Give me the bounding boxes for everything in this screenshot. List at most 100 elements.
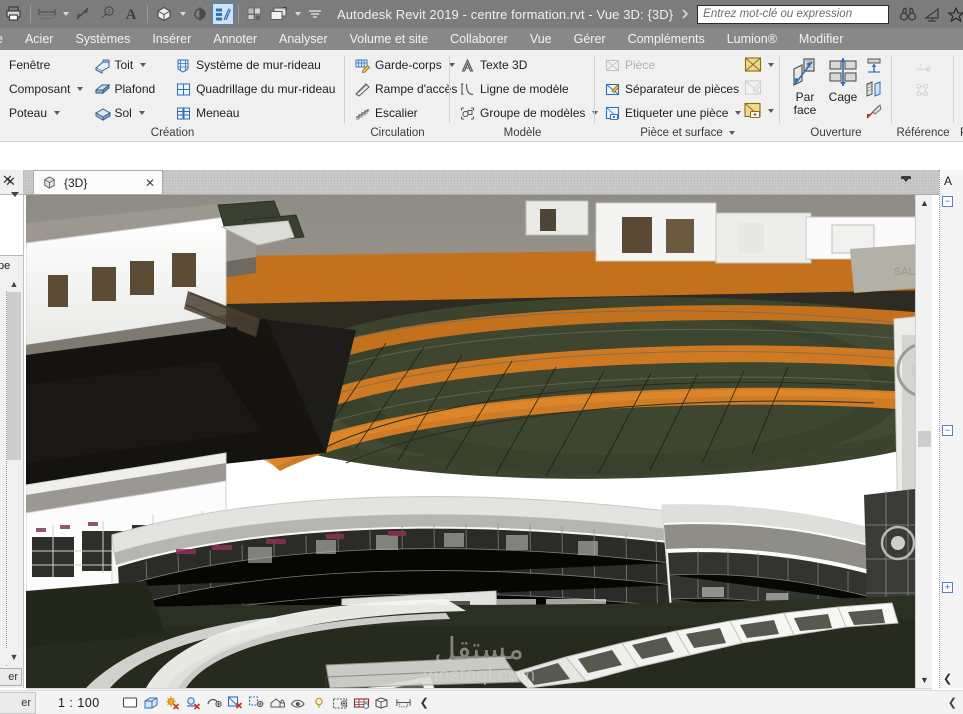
ribbon-button-groupe-modeles[interactable]: Groupe de modèles bbox=[456, 101, 601, 125]
tab-acier[interactable]: Acier bbox=[14, 28, 64, 50]
ribbon-button-composant[interactable]: Composant bbox=[6, 77, 89, 101]
shadows-off-icon[interactable] bbox=[185, 694, 202, 711]
ribbon-button-poteau[interactable]: Poteau bbox=[6, 101, 89, 125]
ribbon-button-separateur-pieces[interactable]: Séparateur de pièces bbox=[601, 77, 739, 101]
status-expand-icon[interactable]: ❮ bbox=[948, 696, 957, 709]
view-tab-3d[interactable]: {3D} ✕ bbox=[33, 170, 163, 194]
status-left-button[interactable]: er bbox=[0, 691, 36, 714]
aligned-dimension-icon[interactable] bbox=[71, 2, 95, 26]
sun-path-off-icon[interactable] bbox=[164, 694, 181, 711]
constraints-icon[interactable] bbox=[374, 694, 391, 711]
ribbon-button-garde-corps[interactable]: Garde-corps bbox=[351, 53, 460, 77]
ribbon-button-texte-3d[interactable]: Texte 3D bbox=[456, 53, 601, 77]
3d-viewport[interactable]: SAUCHET bbox=[26, 195, 932, 688]
tab-complements[interactable]: Compléments bbox=[617, 28, 716, 50]
lock-3d-view-icon[interactable] bbox=[269, 694, 286, 711]
measure-tape-icon[interactable] bbox=[395, 694, 412, 711]
ribbon-button-ouverture-lucarne[interactable] bbox=[862, 100, 886, 123]
ribbon-button-par-face[interactable]: Par face bbox=[786, 53, 824, 117]
tab-systemes[interactable]: Systèmes bbox=[64, 28, 141, 50]
scroll-down-icon[interactable]: ▼ bbox=[6, 649, 22, 664]
tab-gerer[interactable]: Gérer bbox=[563, 28, 617, 50]
ribbon-button-cage[interactable]: Cage bbox=[824, 53, 862, 104]
view-dropdown-caret[interactable] bbox=[176, 2, 188, 26]
tab-strip-menu-icon[interactable] bbox=[901, 176, 911, 182]
chevron-down-icon[interactable] bbox=[768, 108, 774, 113]
chevron-down-icon[interactable] bbox=[728, 131, 735, 135]
close-icon[interactable]: ✕ bbox=[131, 176, 155, 190]
favorites-star-icon[interactable] bbox=[944, 2, 963, 26]
tree-expander-icon[interactable]: + bbox=[942, 582, 953, 593]
tab-inserer[interactable]: Insérer bbox=[141, 28, 202, 50]
ribbon-button-ligne-modele[interactable]: Ligne de modèle bbox=[456, 77, 601, 101]
ribbon-button-plafond[interactable]: Plafond bbox=[91, 77, 171, 101]
customize-quick-access-icon[interactable] bbox=[303, 2, 327, 26]
tab-modifier[interactable]: Modifier bbox=[788, 28, 854, 50]
ribbon-button-sol[interactable]: Sol bbox=[91, 101, 171, 125]
temporary-hide-isolate-icon[interactable] bbox=[290, 694, 307, 711]
tab-architecture-clipped[interactable]: e bbox=[0, 28, 14, 50]
close-hidden-windows-icon[interactable] bbox=[243, 2, 267, 26]
ribbon-button-ouverture-mur[interactable] bbox=[862, 54, 886, 77]
detail-level-icon[interactable] bbox=[122, 694, 139, 711]
collapse-palette-icon[interactable]: ❮ bbox=[943, 672, 952, 685]
binoculars-icon[interactable] bbox=[896, 2, 920, 26]
chevron-down-icon[interactable] bbox=[54, 111, 61, 115]
close-palette-icon[interactable]: ✕ bbox=[2, 172, 13, 188]
switch-windows-icon[interactable] bbox=[267, 2, 291, 26]
properties-scrollbar-thumb[interactable] bbox=[7, 292, 21, 460]
chevron-down-icon[interactable] bbox=[11, 192, 19, 197]
type-selector-box[interactable] bbox=[0, 194, 23, 256]
measure-icon[interactable] bbox=[35, 2, 59, 26]
rendering-dialog-icon[interactable] bbox=[206, 694, 223, 711]
ribbon-button-piece[interactable]: Pièce bbox=[601, 53, 739, 77]
ribbon-button-systeme-mur-rideau[interactable]: Système de mur-rideau bbox=[172, 53, 339, 77]
section-icon[interactable] bbox=[188, 2, 212, 26]
viewport-vertical-scrollbar[interactable]: ▲ ▼ bbox=[915, 195, 932, 688]
chevron-down-icon[interactable] bbox=[138, 111, 145, 115]
scroll-up-icon[interactable]: ▲ bbox=[916, 195, 932, 211]
tab-analyser[interactable]: Analyser bbox=[268, 28, 339, 50]
tab-vue[interactable]: Vue bbox=[519, 28, 563, 50]
tree-expander-icon[interactable]: − bbox=[942, 196, 953, 207]
print-icon[interactable] bbox=[2, 2, 26, 26]
chevron-down-icon[interactable] bbox=[77, 87, 84, 91]
apply-button[interactable]: er bbox=[0, 668, 22, 686]
ribbon-button-toit[interactable]: Toit bbox=[91, 53, 171, 77]
ribbon-button-quadrillage-mur-rideau[interactable]: Quadrillage du mur-rideau bbox=[172, 77, 339, 101]
ribbon-button-fenetre[interactable]: Fenêtre bbox=[6, 53, 89, 77]
ribbon-button-rampe-acces[interactable]: Rampe d'accès bbox=[351, 77, 460, 101]
ribbon-button-meneau[interactable]: Meneau bbox=[172, 101, 339, 125]
ribbon-button-etiqueter-piece[interactable]: Etiqueter une pièce bbox=[601, 101, 742, 125]
view-scale[interactable]: 1 : 100 bbox=[58, 696, 100, 710]
measure-dropdown-caret[interactable] bbox=[59, 2, 71, 26]
chevron-down-icon[interactable] bbox=[140, 63, 147, 67]
ribbon-button-escalier[interactable]: Escalier bbox=[351, 101, 460, 125]
ribbon-button-surface[interactable] bbox=[741, 53, 776, 76]
tab-collaborer[interactable]: Collaborer bbox=[439, 28, 519, 50]
viewport-vscroll-thumb[interactable] bbox=[918, 431, 931, 447]
analytical-model-icon[interactable] bbox=[353, 694, 370, 711]
tag-icon[interactable]: 1 bbox=[95, 2, 119, 26]
switch-windows-caret[interactable] bbox=[291, 2, 303, 26]
worksharing-display-icon[interactable] bbox=[332, 694, 349, 711]
show-crop-region-icon[interactable] bbox=[248, 694, 265, 711]
tree-expander-icon[interactable]: − bbox=[942, 425, 953, 436]
visual-style-icon[interactable] bbox=[143, 694, 160, 711]
ribbon-button-limite-surface[interactable] bbox=[741, 76, 776, 99]
ribbon-button-ouverture-verticale[interactable] bbox=[862, 77, 886, 100]
scroll-up-icon[interactable]: ▲ bbox=[6, 276, 22, 291]
search-input[interactable]: Entrez mot-clé ou expression bbox=[697, 4, 890, 24]
tab-lumion[interactable]: Lumion® bbox=[716, 28, 788, 50]
text-icon[interactable]: A bbox=[119, 2, 143, 26]
scroll-down-icon[interactable]: ▼ bbox=[916, 672, 932, 688]
title-expander-caret-icon[interactable] bbox=[673, 2, 697, 26]
thin-lines-icon[interactable] bbox=[212, 3, 234, 25]
default-3d-view-icon[interactable] bbox=[152, 2, 176, 26]
subscription-icon[interactable] bbox=[920, 2, 944, 26]
collapse-controls-icon[interactable]: ❮ bbox=[416, 694, 433, 711]
chevron-down-icon[interactable] bbox=[768, 62, 774, 67]
reveal-hidden-elements-icon[interactable] bbox=[311, 694, 328, 711]
tab-annoter[interactable]: Annoter bbox=[202, 28, 268, 50]
crop-view-off-icon[interactable] bbox=[227, 694, 244, 711]
